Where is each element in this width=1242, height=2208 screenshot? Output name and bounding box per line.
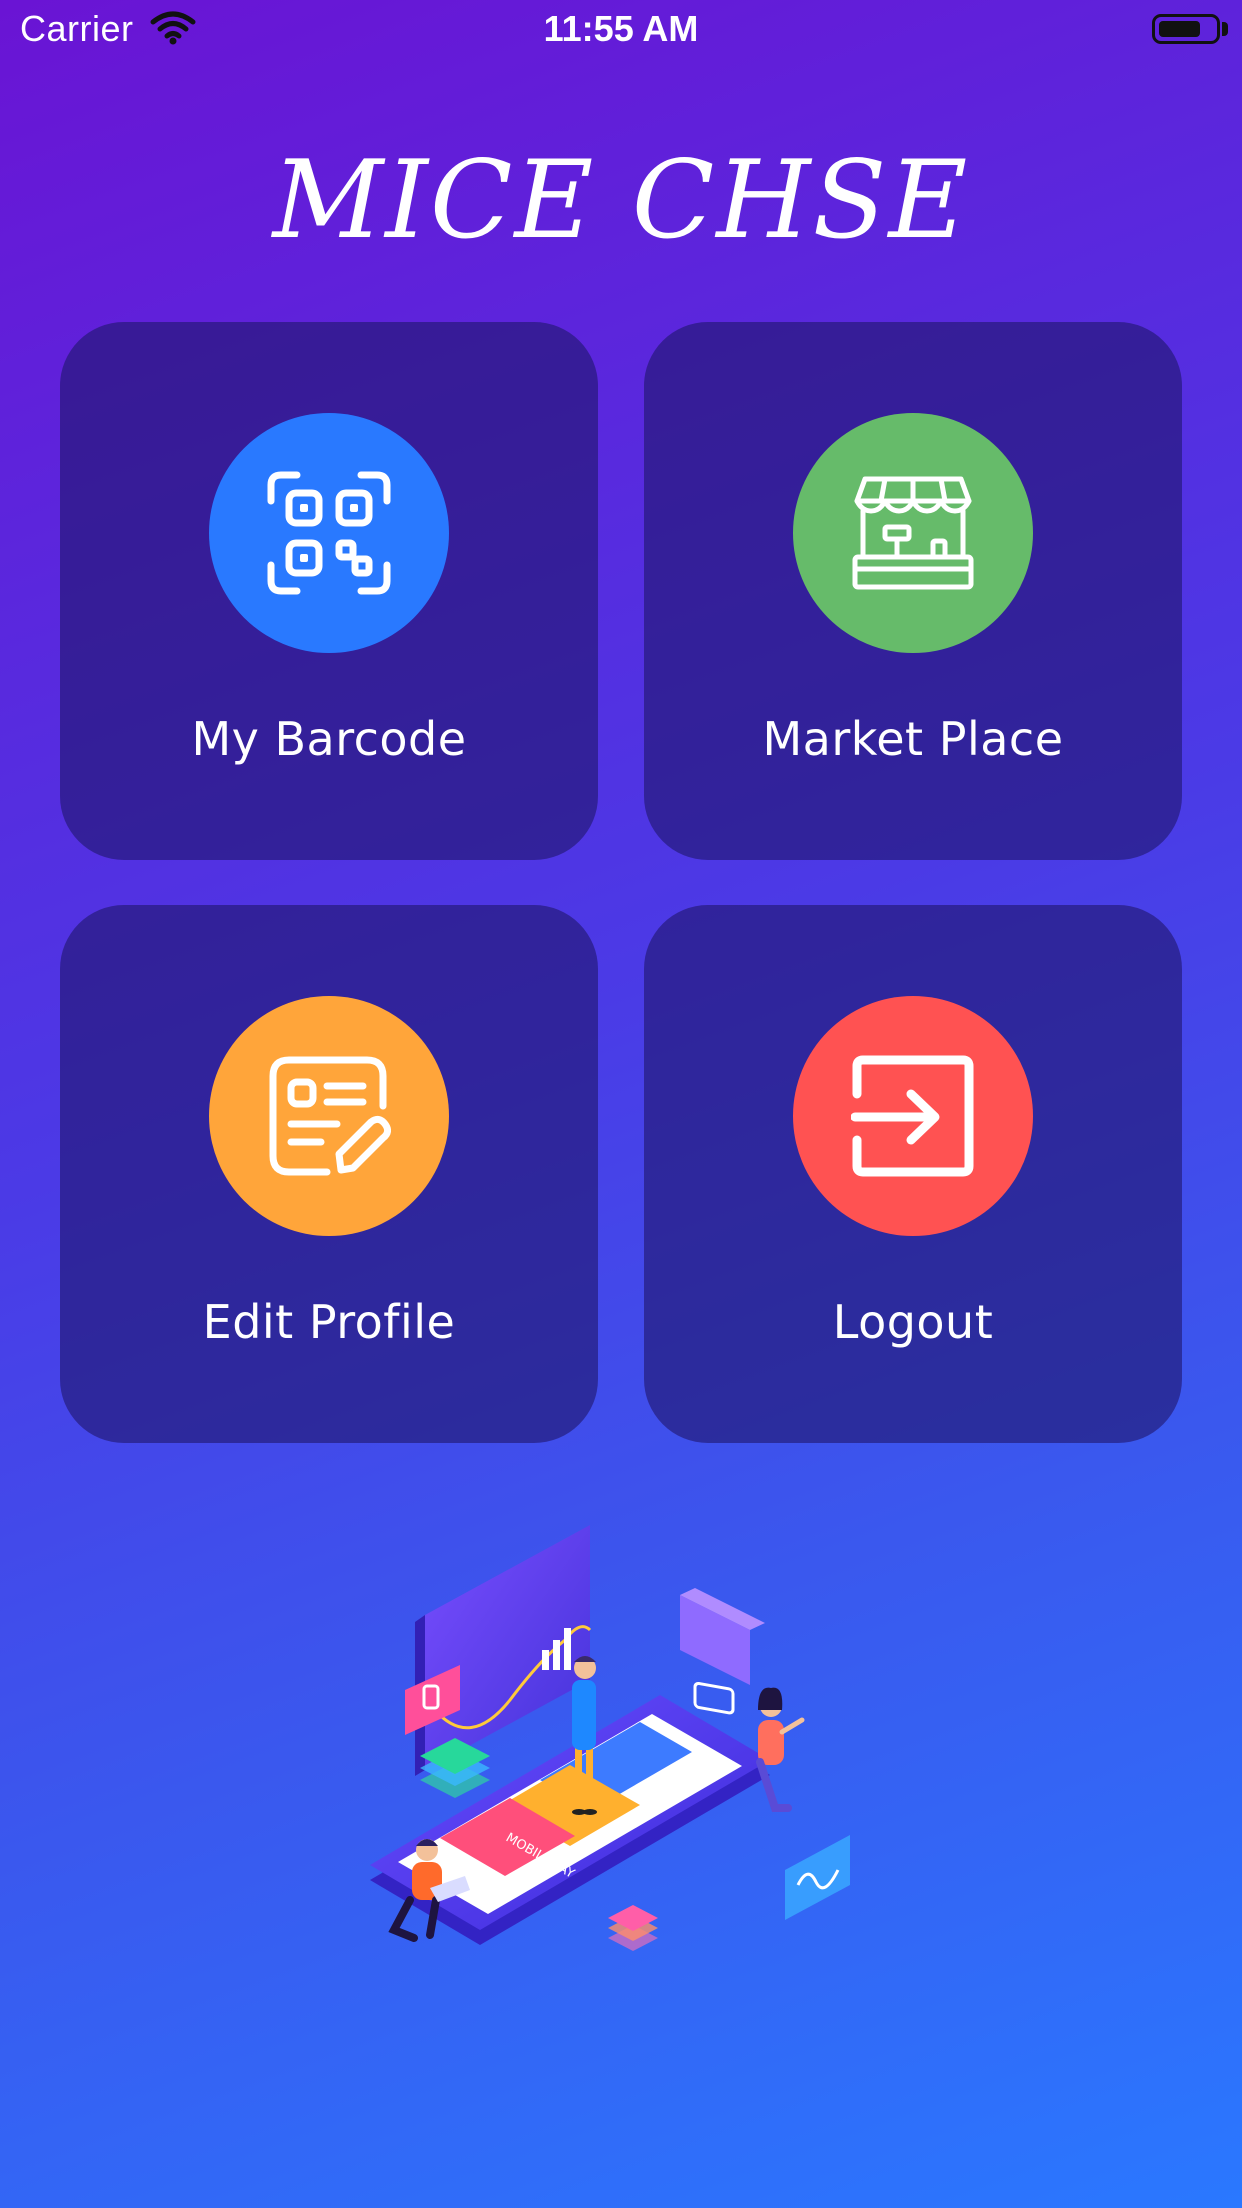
barcode-icon-circle (209, 413, 449, 653)
person-sitting-right (756, 1687, 805, 1812)
logout-icon-circle (793, 996, 1033, 1236)
credit-card-box (680, 1588, 765, 1715)
logout-button[interactable]: Logout (644, 905, 1182, 1443)
qr-code-icon (267, 471, 391, 595)
edit-profile-button[interactable]: Edit Profile (60, 905, 598, 1443)
market-place-button[interactable]: Market Place (644, 322, 1182, 860)
market-place-label: Market Place (762, 712, 1064, 766)
edit-profile-icon (269, 1056, 391, 1176)
status-bar: Carrier 11:55 AM (0, 0, 1242, 62)
profile-icon-circle (209, 996, 449, 1236)
battery-icon (1152, 14, 1220, 44)
battery-cap (1222, 22, 1228, 36)
my-barcode-button[interactable]: My Barcode (60, 322, 598, 860)
app-title: MICE CHSE (272, 138, 970, 263)
layer-stack-bottom (608, 1905, 658, 1951)
battery-fill (1159, 21, 1200, 37)
edit-profile-label: Edit Profile (202, 1295, 456, 1349)
wave-chart-box (785, 1835, 850, 1920)
chart-panel (415, 1525, 592, 1776)
logout-icon (851, 1055, 974, 1177)
mobile-payment-illustration: MOBILE PAY (350, 1510, 890, 2050)
logout-label: Logout (832, 1295, 994, 1349)
market-icon-circle (793, 413, 1033, 653)
my-barcode-label: My Barcode (191, 712, 467, 766)
clock: 11:55 AM (543, 8, 699, 49)
market-stall-icon (852, 476, 974, 590)
